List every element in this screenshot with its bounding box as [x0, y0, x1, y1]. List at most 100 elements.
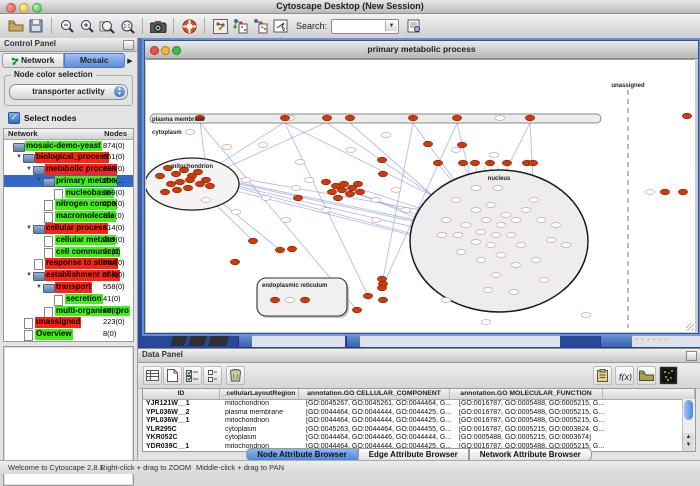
function-builder-icon[interactable]: f(x)	[615, 366, 634, 385]
graph-node[interactable]	[293, 195, 302, 201]
graph-node-label[interactable]	[506, 233, 516, 238]
vizmapper-icon[interactable]	[271, 17, 289, 35]
tree-column-network[interactable]: Network	[8, 129, 38, 138]
graph-node[interactable]	[185, 177, 194, 183]
graph-node-label[interactable]	[295, 160, 305, 165]
graph-node-label[interactable]	[529, 198, 539, 203]
graph-node[interactable]	[270, 297, 279, 303]
graph-node[interactable]	[160, 189, 169, 195]
configure-search-icon[interactable]	[405, 17, 423, 35]
tree-row[interactable]: ▼transport558(0)	[4, 282, 133, 294]
graph-node[interactable]	[660, 189, 669, 195]
graph-node[interactable]	[166, 181, 175, 187]
graph-node[interactable]	[183, 185, 192, 191]
graph-node-label[interactable]	[437, 233, 447, 238]
background-window-fragment[interactable]	[360, 333, 560, 347]
network-view-window[interactable]: primary metabolic process plasma membran…	[144, 40, 699, 334]
table-header-cell[interactable]: annotation.GO CELLULAR_COMPONENT	[299, 389, 450, 399]
table-cell[interactable]: YKR052C	[143, 434, 222, 443]
table-cell[interactable]: [GO:0016787, GO:0005215, GO:0003824, G..…	[456, 426, 611, 435]
zoom-actual-size-icon[interactable]: 1:1	[118, 17, 136, 35]
graph-node-label[interactable]	[471, 208, 481, 213]
tree-row-label[interactable]: secretion	[65, 294, 103, 305]
graph-node-label[interactable]	[481, 218, 491, 223]
window-titlebar[interactable]: Cytoscape Desktop (New Session)	[0, 0, 700, 14]
select-attributes-icon[interactable]	[143, 366, 162, 385]
table-cell[interactable]: mitochondrion	[222, 400, 303, 409]
graph-node-label[interactable]	[261, 196, 271, 201]
graph-node[interactable]	[458, 160, 467, 166]
graph-node[interactable]	[678, 189, 687, 195]
graph-node[interactable]	[682, 113, 691, 119]
graph-node-label[interactable]	[486, 203, 496, 208]
graph-node-label[interactable]	[441, 218, 451, 223]
background-window-fragment[interactable]	[208, 333, 230, 346]
table-cell[interactable]: [GO:0045263, GO:0044464, GO:0044455, G..…	[303, 426, 456, 435]
expand-arrow-icon[interactable]: ▼	[36, 284, 42, 290]
graph-node-label[interactable]	[231, 210, 241, 215]
tree-row[interactable]: ▼biological_process651(0)	[4, 152, 133, 164]
network-overview-icon[interactable]	[211, 17, 229, 35]
attribute-editor-icon[interactable]	[593, 366, 612, 385]
snapshot-icon[interactable]	[149, 17, 167, 35]
tree-row[interactable]: ▼cellular process614(0)	[4, 223, 133, 235]
graph-node-label[interactable]	[511, 218, 521, 223]
graph-node[interactable]	[280, 115, 289, 121]
graph-node-label[interactable]	[321, 208, 331, 213]
graph-node[interactable]	[193, 169, 202, 175]
graph-node-label[interactable]	[281, 218, 291, 223]
graph-edge[interactable]	[226, 180, 416, 220]
graph-node-label[interactable]	[581, 313, 591, 318]
graph-node-label[interactable]	[381, 133, 391, 138]
background-window-fragment[interactable]	[188, 333, 208, 346]
float-panel-icon[interactable]	[123, 40, 134, 50]
graph-node[interactable]	[172, 187, 181, 193]
graph-node[interactable]	[352, 307, 361, 313]
graph-node[interactable]	[470, 160, 479, 166]
graph-node-label[interactable]	[371, 198, 381, 203]
tab-mosaic[interactable]: Mosaic	[64, 53, 126, 68]
graph-node[interactable]	[345, 115, 354, 121]
graph-node[interactable]	[452, 115, 461, 121]
expand-arrow-icon[interactable]: ▼	[26, 166, 32, 172]
graph-node-label[interactable]	[401, 208, 411, 213]
table-cell[interactable]: [GO:0044464, GO:0044444, GO:0044425, G..…	[303, 417, 456, 426]
table-cell[interactable]: [GO:0044464, GO:0044446, GO:0044444, G..…	[303, 434, 456, 443]
graph-node-label[interactable]	[489, 153, 499, 158]
graph-node-label[interactable]	[539, 278, 549, 283]
expand-arrow-icon[interactable]: ▼	[16, 154, 22, 160]
graph-node-label[interactable]	[491, 273, 501, 278]
graph-node-label[interactable]	[511, 263, 521, 268]
tree-row[interactable]: cellular metabo209(0)	[4, 234, 133, 246]
table-row[interactable]: YLR295Ccytoplasm[GO:0045263, GO:0044464,…	[143, 426, 695, 435]
graph-node-label[interactable]	[285, 298, 295, 303]
graph-node-label[interactable]	[346, 148, 356, 153]
graph-node[interactable]	[327, 189, 336, 195]
matrix-view-icon[interactable]	[659, 366, 678, 385]
graph-node-label[interactable]	[491, 233, 501, 238]
graph-node-label[interactable]	[495, 116, 505, 121]
graph-node-label[interactable]	[561, 243, 571, 248]
table-cell[interactable]: [GO:0016787, GO:0005488, GO:0005215, G..…	[456, 417, 611, 426]
graph-node-label[interactable]	[645, 190, 655, 195]
tab-network[interactable]: Network	[2, 53, 64, 68]
graph-node[interactable]	[378, 171, 387, 177]
tree-row[interactable]: unassigned223(0)	[4, 317, 133, 329]
graph-node[interactable]	[423, 141, 432, 147]
background-window-fragment[interactable]: ••••••	[632, 333, 700, 347]
graph-node[interactable]	[205, 183, 214, 189]
graph-edge[interactable]	[216, 198, 280, 250]
tree-row[interactable]: ▼establishment of lo558(0)	[4, 270, 133, 282]
table-row[interactable]: YJR121W__1mitochondrion[GO:0045267, GO:0…	[143, 400, 695, 409]
tree-row[interactable]: ▼primary metabo209(...	[4, 175, 133, 187]
graph-node[interactable]	[457, 142, 466, 148]
table-cell[interactable]: YPL036W__2	[143, 409, 222, 418]
attribute-checklist-icon[interactable]	[183, 366, 202, 385]
graph-node-label[interactable]	[241, 178, 251, 183]
graph-node[interactable]	[339, 181, 348, 187]
graph-node-label[interactable]	[486, 243, 496, 248]
graph-edge[interactable]	[383, 123, 413, 279]
table-header-cell[interactable]: annotation.GO MOLECULAR_FUNCTION	[450, 389, 603, 399]
tree-row-label[interactable]: unassigned	[35, 317, 81, 328]
tree-row[interactable]: secretion41(0)	[4, 293, 133, 305]
